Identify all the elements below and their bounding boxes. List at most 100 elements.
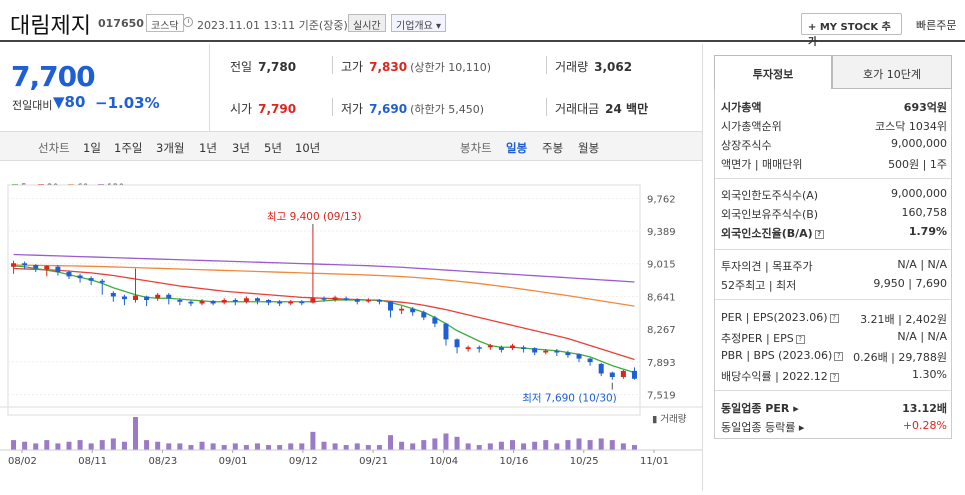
period-3m[interactable]: 3개월: [156, 140, 184, 156]
help-icon[interactable]: ?: [814, 230, 824, 239]
candle-body: [354, 299, 360, 302]
candle-body: [521, 347, 527, 349]
candle-body: [199, 300, 205, 304]
candle-body: [155, 294, 161, 299]
volume-bar: [609, 440, 615, 450]
volume-bar: [376, 445, 382, 450]
y-tick-label: 9,389: [647, 227, 676, 238]
volume-bar: [476, 445, 482, 450]
volume-bar: [554, 443, 560, 450]
volume-bar: [598, 438, 604, 450]
volume-bar: [66, 441, 72, 450]
period-1y[interactable]: 1년: [199, 140, 217, 156]
help-icon[interactable]: ?: [829, 314, 839, 323]
price-chart[interactable]: 9,762 9,389 9,015 8,641 8,267 7,893 7,519 최고 9,…: [0, 161, 702, 491]
candle-body: [55, 266, 61, 272]
period-3y[interactable]: 3년: [232, 140, 250, 156]
volume-bar: [133, 417, 139, 450]
candle-body: [310, 298, 316, 303]
volume-label: ▮ 거래량: [652, 413, 687, 425]
period-1d[interactable]: 1일: [83, 140, 101, 156]
period-10y[interactable]: 10년: [295, 140, 320, 156]
volume-bar: [587, 440, 593, 450]
info-row: 추정PER | EPS? N/A | N/A: [721, 330, 947, 345]
tab-invest-info[interactable]: 투자정보: [714, 55, 832, 89]
stat-low: 저가 7,690 (하한가 5,450): [341, 102, 484, 116]
candle-body: [487, 345, 493, 348]
change-label: 전일대비: [12, 99, 53, 112]
volume-bar: [232, 443, 238, 450]
period-1w[interactable]: 1주일: [114, 140, 142, 156]
volume-bar: [432, 438, 438, 450]
volume-bar: [343, 445, 349, 450]
x-tick-label: 10/04: [429, 456, 458, 467]
candle-body: [631, 370, 637, 379]
y-tick-label: 7,519: [647, 391, 676, 402]
price-change: ▼80: [53, 93, 86, 111]
info-row: 액면가 | 매매단위 500원 | 1주: [721, 158, 947, 171]
volume-bar: [421, 440, 427, 450]
chart-svg: 9,762 9,389 9,015 8,641 8,267 7,893 7,519 최고 9,…: [0, 184, 702, 467]
candle-daily[interactable]: 일봉: [506, 140, 527, 156]
candle-weekly[interactable]: 주봉: [542, 140, 563, 156]
quick-order-link[interactable]: 빠른주문: [916, 17, 956, 33]
help-icon[interactable]: ?: [829, 373, 839, 382]
help-icon[interactable]: ?: [834, 352, 844, 361]
y-tick-label: 9,015: [647, 260, 676, 271]
stat-amount: 거래대금 24 백만: [555, 102, 649, 116]
volume-bar: [465, 443, 471, 450]
candle-body: [177, 300, 183, 302]
volume-bar: [365, 445, 371, 450]
info-row: PBR | BPS (2023.06)? 0.26배 | 29,788원: [721, 349, 947, 364]
info-row: 동일업종 등락률 ▸ +0.28%: [721, 419, 947, 434]
y-tick-label: 8,641: [647, 292, 676, 303]
candle-body: [166, 294, 172, 299]
info-panel: 투자정보 호가 10단계 시가총액 693억원 시가총액순위 코스닥 1034위 상…: [714, 55, 952, 441]
candle-monthly[interactable]: 월봉: [578, 140, 599, 156]
candle-body: [332, 297, 338, 300]
candle-body: [266, 300, 272, 303]
candle-body: [432, 317, 438, 324]
candle-body: [66, 272, 72, 277]
tab-orderbook[interactable]: 호가 10단계: [832, 55, 952, 89]
volume-bar: [354, 443, 360, 450]
stat-volume: 거래량 3,062: [555, 60, 633, 74]
volume-bar: [144, 440, 150, 450]
volume-bar: [177, 443, 183, 450]
stock-header: 대림제지 017650 코스닥 2023.11.01 13:11 기준(장중) …: [0, 0, 965, 48]
y-tick-label: 8,267: [647, 325, 676, 336]
candle-body: [532, 348, 538, 353]
stock-name: 대림제지: [10, 14, 91, 39]
low-annotation: 최저 7,690 (10/30): [522, 393, 617, 405]
market-badge: 코스닥: [146, 14, 184, 32]
corp-info-dropdown[interactable]: 기업개요 ▾: [391, 14, 446, 32]
candle-body: [454, 339, 460, 348]
period-5y[interactable]: 5년: [264, 140, 282, 156]
price-box: 7,700 전일대비 ▼80 −1.03%: [0, 44, 210, 131]
volume-bar: [576, 438, 582, 450]
invest-info-table: 시가총액 693억원 시가총액순위 코스닥 1034위 상장주식수 9,000,000…: [714, 89, 952, 439]
clock-icon: [183, 17, 193, 27]
volume-bar: [77, 440, 83, 450]
candle-body: [210, 300, 216, 304]
candle-body: [44, 265, 50, 270]
info-row: 외국인소진율(B/A)? 1.79%: [721, 225, 947, 240]
candle-body: [410, 308, 416, 313]
add-mystock-button[interactable]: + MY STOCK 추가: [801, 13, 902, 48]
y-tick-label: 7,893: [647, 358, 676, 369]
volume-bar: [399, 441, 405, 450]
candle-body: [609, 372, 615, 377]
candle-chart-label: 봉차트: [460, 141, 492, 155]
help-icon[interactable]: ?: [795, 335, 805, 344]
candle-body: [321, 298, 327, 300]
candle-body: [543, 350, 549, 353]
current-price: 7,700: [11, 60, 96, 93]
volume-bar: [332, 443, 338, 450]
candle-body: [576, 354, 582, 359]
volume-bar: [288, 443, 294, 450]
candle-body: [388, 301, 394, 311]
volume-bar: [199, 441, 205, 450]
volume-bar: [243, 445, 249, 450]
candle-body: [365, 300, 371, 302]
realtime-badge[interactable]: 실시간: [348, 14, 386, 32]
